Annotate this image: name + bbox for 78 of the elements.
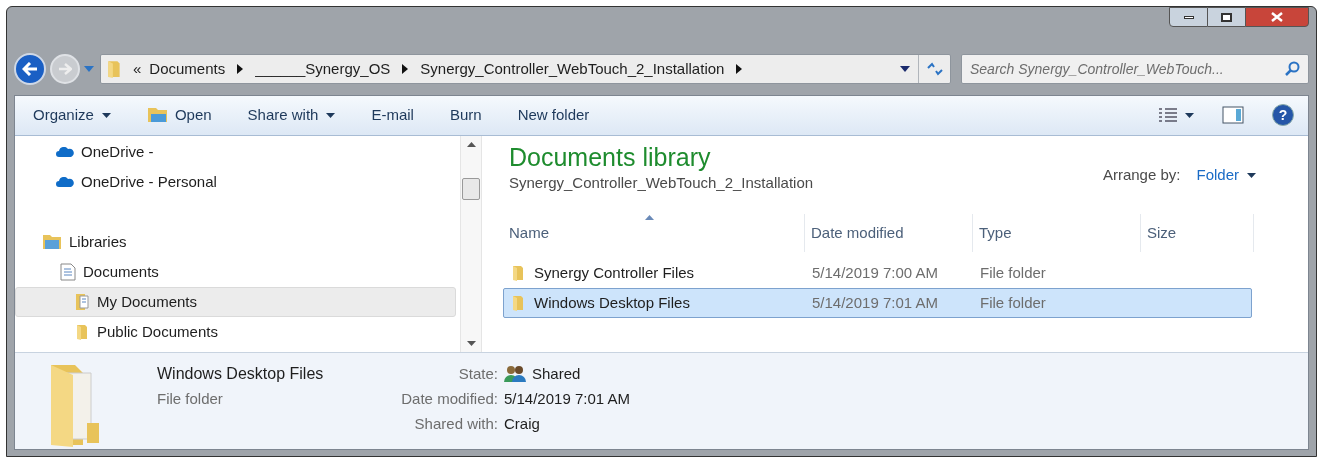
scroll-down-icon[interactable]: [466, 341, 476, 346]
nav-item[interactable]: My Documents: [15, 286, 456, 317]
column-heading[interactable]: Name: [503, 213, 805, 252]
maximize-button[interactable]: [1208, 7, 1245, 27]
library-path: Synergy_Controller_WebTouch_2_Installation: [509, 172, 814, 193]
preview-pane-button[interactable]: [1222, 106, 1244, 125]
file-row[interactable]: Windows Desktop Files 5/14/2019 7:01 AM File folder: [503, 287, 1252, 318]
folder-icon: [74, 322, 90, 341]
breadcrumb[interactable]: Synergy_Controller_WebTouch_2_Installation: [420, 57, 725, 81]
nav-item[interactable]: OneDrive - Personal: [15, 166, 456, 197]
library-icon: [42, 233, 62, 250]
cloud-icon: [56, 176, 74, 187]
close-icon: [1271, 12, 1283, 22]
arrange-label: Arrange by:: [1102, 164, 1181, 185]
nav-item[interactable]: OneDrive -: [15, 136, 456, 167]
scrollbar-thumb[interactable]: [462, 177, 480, 200]
breadcrumb[interactable]: Documents: [149, 57, 226, 81]
caret-icon: [101, 112, 111, 118]
file-name: Synergy Controller Files: [534, 262, 695, 283]
arrange-dropdown[interactable]: Folder: [1196, 163, 1256, 187]
people-icon: [504, 364, 526, 383]
type-cell-text: File folder: [979, 262, 1047, 283]
view-button[interactable]: [1159, 108, 1194, 123]
type-cell-text: File folder: [979, 292, 1047, 313]
column-heading[interactable]: Size: [1141, 213, 1254, 252]
refresh-icon: [926, 62, 943, 76]
cloud-icon: [56, 146, 74, 157]
preview-pane-icon: [1222, 106, 1244, 125]
property-value: Shared: [532, 364, 581, 384]
nav-item[interactable]: Public Documents: [15, 316, 456, 347]
caret-icon: [1185, 112, 1194, 118]
breadcrumb-arrow-icon[interactable]: [736, 64, 743, 74]
property-label: Shared with:: [413, 414, 498, 434]
file-name: Windows Desktop Files: [534, 292, 690, 313]
property-label: Date modified:: [401, 389, 498, 409]
sort-arrow-icon: [645, 214, 654, 220]
search-field[interactable]: Search Synergy_Controller_WebTouch...: [961, 54, 1309, 84]
breadcrumb-arrow-icon[interactable]: [402, 64, 409, 74]
address-bar[interactable]: « Documents ______Synergy_OS Synergy_Controller_WebTouch_2_Installation: [100, 54, 951, 84]
folder-document-icon: [74, 292, 90, 311]
caret-icon: [1247, 172, 1256, 178]
selected-item-type: File folder: [157, 389, 224, 409]
forward-arrow-icon: [58, 63, 72, 75]
nav-item[interactable]: Libraries: [15, 226, 456, 257]
toolbar-button[interactable]: Share with: [247, 104, 336, 127]
overflow-chevron[interactable]: «: [133, 57, 142, 81]
open-folder-icon: [146, 106, 169, 125]
toolbar-button[interactable]: Burn: [449, 104, 482, 127]
breadcrumb-arrow-icon[interactable]: [237, 64, 244, 74]
selected-item-name: Windows Desktop Files: [157, 364, 324, 384]
property-value: Craig: [504, 414, 540, 434]
close-button[interactable]: [1245, 7, 1309, 27]
caret-icon: [326, 112, 336, 118]
search-icon: [1284, 61, 1300, 77]
nav-item[interactable]: Documents: [15, 256, 456, 287]
back-button[interactable]: [14, 53, 46, 85]
scroll-up-icon[interactable]: [466, 141, 476, 147]
toolbar-button[interactable]: E-mail: [371, 104, 414, 127]
file-row[interactable]: Synergy Controller Files 5/14/2019 7:00 AM File folder: [503, 257, 1252, 288]
property-label: State:: [457, 364, 498, 384]
minimize-button[interactable]: [1169, 7, 1208, 27]
scrollbar[interactable]: [460, 135, 482, 352]
toolbar-button[interactable]: New folder: [517, 104, 590, 127]
property-value: 5/14/2019 7:01 AM: [504, 389, 630, 409]
folder-icon: [105, 59, 123, 79]
toolbar-button[interactable]: Organize: [33, 104, 111, 127]
history-dropdown-icon[interactable]: [900, 66, 910, 72]
back-arrow-icon: [22, 62, 38, 76]
breadcrumb[interactable]: ______Synergy_OS: [255, 57, 391, 81]
date-cell-text: 5/14/2019 7:00 AM: [811, 262, 939, 283]
column-heading[interactable]: Type: [973, 213, 1141, 252]
help-button[interactable]: ?: [1272, 104, 1294, 127]
document-icon: [60, 262, 76, 281]
column-heading[interactable]: Date modified: [805, 213, 973, 252]
toolbar-button[interactable]: Open: [146, 104, 212, 127]
date-cell-text: 5/14/2019 7:01 AM: [811, 292, 939, 313]
library-title: Documents library: [509, 141, 712, 172]
details-view-icon: [1159, 108, 1177, 123]
